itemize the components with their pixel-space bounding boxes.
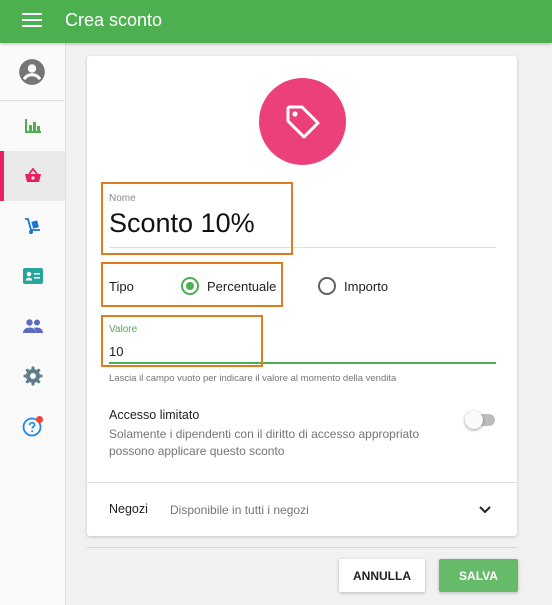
shopping-basket-icon bbox=[24, 167, 41, 182]
value-field[interactable] bbox=[109, 340, 496, 362]
sidebar bbox=[0, 43, 66, 605]
radio-importo[interactable]: Importo bbox=[318, 277, 388, 295]
type-label: Tipo bbox=[109, 279, 134, 294]
hand-truck-icon bbox=[24, 218, 40, 234]
account-circle-icon bbox=[19, 59, 45, 85]
discount-form-card: Nome Sconto 10% Tipo Percentuale Importo… bbox=[87, 56, 517, 536]
sidebar-item-reports[interactable] bbox=[0, 101, 65, 151]
chevron-down-icon bbox=[479, 506, 491, 514]
sidebar-item-settings[interactable] bbox=[0, 351, 65, 401]
restricted-access-title: Accesso limitato bbox=[109, 408, 200, 422]
page-title: Crea sconto bbox=[65, 10, 163, 30]
radio-percentuale[interactable]: Percentuale bbox=[181, 277, 276, 295]
sidebar-item-help[interactable] bbox=[0, 401, 65, 451]
sidebar-item-items[interactable] bbox=[0, 151, 65, 201]
name-field-underline bbox=[109, 247, 496, 248]
name-field-label: Nome bbox=[109, 193, 136, 204]
stores-label: Negozi bbox=[109, 502, 148, 516]
gear-icon bbox=[23, 366, 42, 386]
sidebar-item-customers[interactable] bbox=[0, 251, 65, 301]
people-icon bbox=[22, 319, 43, 333]
tag-icon bbox=[286, 105, 319, 138]
cancel-button[interactable]: ANNULLA bbox=[339, 559, 425, 592]
bar-chart-icon bbox=[24, 119, 41, 133]
hamburger-menu-icon[interactable] bbox=[22, 13, 42, 30]
radio-checked-icon bbox=[181, 277, 199, 295]
value-field-underline bbox=[109, 362, 496, 364]
restricted-access-toggle[interactable] bbox=[465, 411, 495, 429]
stores-value: Disponibile in tutti i negozi bbox=[170, 503, 309, 517]
stores-selector[interactable]: Negozi Disponibile in tutti i negozi bbox=[87, 483, 517, 536]
notification-dot bbox=[35, 416, 43, 423]
restricted-access-description: Solamente i dipendenti con il diritto di… bbox=[109, 427, 420, 458]
discount-avatar bbox=[259, 78, 346, 165]
id-card-icon bbox=[22, 268, 43, 284]
footer-divider bbox=[87, 547, 517, 548]
sidebar-profile[interactable] bbox=[0, 43, 65, 101]
radio-unchecked-icon bbox=[318, 277, 336, 295]
name-field[interactable]: Sconto 10% bbox=[109, 208, 255, 239]
sidebar-item-inventory[interactable] bbox=[0, 201, 65, 251]
help-icon bbox=[22, 416, 43, 437]
sidebar-item-employees[interactable] bbox=[0, 301, 65, 351]
app-bar: Crea sconto bbox=[0, 0, 552, 43]
value-field-label: Valore bbox=[109, 324, 138, 335]
value-field-helper-text: Lascia il campo vuoto per indicare il va… bbox=[109, 373, 397, 384]
save-button[interactable]: SALVA bbox=[439, 559, 518, 592]
